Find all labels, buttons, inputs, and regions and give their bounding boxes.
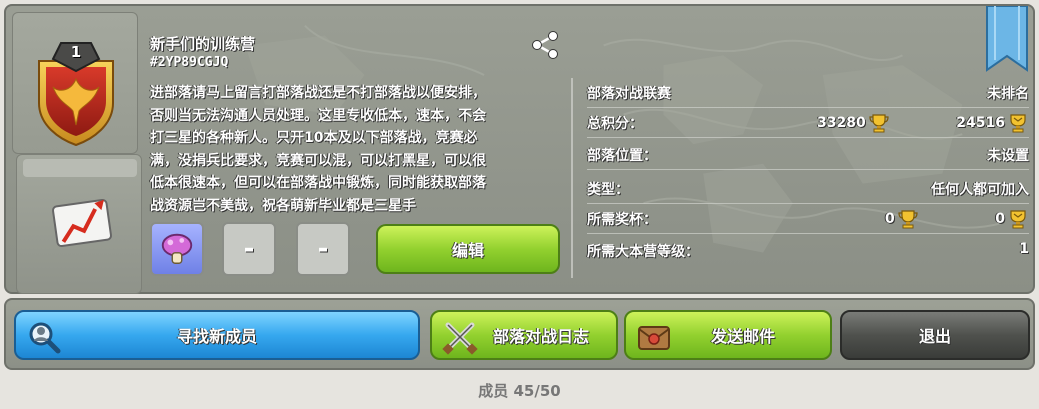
leave-clan-button[interactable]: 退出 xyxy=(840,310,1030,360)
find-new-members-label: 寻找新成员 xyxy=(176,327,257,346)
trophy-icon xyxy=(869,114,889,133)
clan-badge-icon xyxy=(38,42,114,147)
member-count: 成员 45/50 xyxy=(478,382,561,400)
trophy-icon xyxy=(898,210,918,229)
required-trophies-home: 0 xyxy=(885,208,919,230)
clan-info-screen: 1 新手们的训练营 #2YP89CGJQ 进部落请马上留言打部落战还是不打部落战… xyxy=(0,0,1039,409)
trend-chart-icon xyxy=(51,198,113,248)
edit-button[interactable]: 编辑 xyxy=(376,224,560,274)
share-icon[interactable] xyxy=(528,28,562,62)
bookmark-ribbon-icon[interactable] xyxy=(985,6,1029,72)
points-home: 33280 xyxy=(817,112,890,134)
send-mail-label: 发送邮件 xyxy=(710,327,775,346)
requirement-slot-2[interactable]: - xyxy=(222,222,276,276)
clan-name: 新手们的训练营 xyxy=(150,35,256,53)
action-bar: 寻找新成员 部落对战日志 发送邮件 退出 xyxy=(4,298,1035,370)
war-log-label: 部落对战日志 xyxy=(492,327,589,346)
mushroom-icon xyxy=(161,233,193,264)
info-row-points: 总积分： 33280 24516 xyxy=(587,108,1029,138)
clan-tag: #2YP89CGJQ xyxy=(150,55,229,70)
find-new-members-button[interactable]: 寻找新成员 xyxy=(14,310,420,360)
crossed-swords-icon xyxy=(442,322,478,355)
info-row-type: 类型： 任何人都可加入 xyxy=(587,174,1029,204)
clan-level: 1 xyxy=(70,43,82,61)
war-log-button[interactable]: 部落对战日志 xyxy=(430,310,618,360)
clan-description: 进部落请马上留言打部落战还是不打部落战以便安排， 否则当无法沟通人员处理。这里专… xyxy=(150,85,486,214)
builder-trophy-icon xyxy=(1010,114,1026,133)
clan-info-panel: 1 新手们的训练营 #2YP89CGJQ 进部落请马上留言打部落战还是不打部落战… xyxy=(4,4,1035,294)
points-builder: 24516 xyxy=(956,112,1029,134)
leave-clan-label: 退出 xyxy=(918,327,951,346)
panel-divider xyxy=(571,78,573,278)
info-row-required-trophies: 所需奖杯： 0 0 xyxy=(587,204,1029,234)
info-row-league: 部落对战联赛 未排名 xyxy=(587,78,1029,108)
clan-badge-panel: 1 xyxy=(12,12,138,154)
info-row-location: 部落位置： 未设置 xyxy=(587,140,1029,170)
required-trophies-builder: 0 xyxy=(995,208,1029,230)
requirement-slot-mushroom[interactable] xyxy=(150,222,204,276)
requirement-slot-3[interactable]: - xyxy=(296,222,350,276)
send-mail-button[interactable]: 发送邮件 xyxy=(624,310,832,360)
mail-icon xyxy=(638,326,670,350)
info-row-townhall: 所需大本营等级： 1 xyxy=(587,241,1029,260)
clan-stats-panel[interactable] xyxy=(16,154,142,294)
search-member-icon xyxy=(29,322,61,354)
builder-trophy-icon xyxy=(1010,210,1026,229)
